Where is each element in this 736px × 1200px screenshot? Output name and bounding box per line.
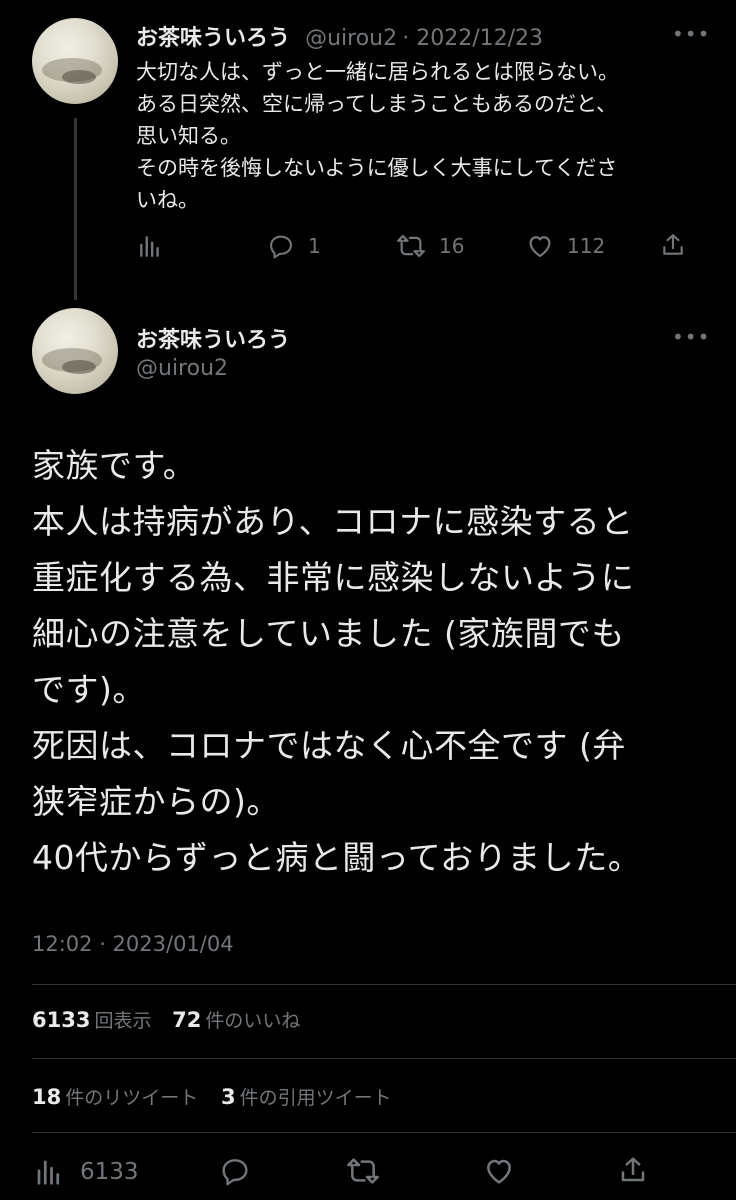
share-icon [621, 1157, 645, 1182]
divider [32, 1132, 736, 1133]
main-tweet-text: 家族です。 本人は持病があり、コロナに感染すると 重症化する為、非常に感染しない… [32, 446, 642, 877]
retweet-button[interactable]: 16 [395, 232, 464, 260]
heart-icon [487, 1159, 511, 1184]
author-name[interactable]: お茶味ういろう [136, 26, 290, 51]
author-handle[interactable]: @uirou2 [136, 356, 228, 381]
share-button[interactable] [660, 231, 686, 259]
share-icon [663, 234, 683, 255]
author-handle[interactable]: @uirou2 [305, 26, 397, 51]
heart-icon [529, 236, 551, 258]
share-button[interactable] [618, 1154, 648, 1186]
retweets-stat[interactable]: 18 件のリツイート [32, 1085, 205, 1109]
quotes-count: 3 [220, 1085, 236, 1109]
divider [32, 984, 736, 985]
avatar[interactable] [32, 308, 118, 394]
reply-tweet-header: お茶味ういろう @uirou2 · 2022/12/23 [136, 20, 543, 52]
analytics-button[interactable] [137, 233, 163, 259]
views-count: 6133 [32, 1008, 91, 1032]
likes-count: 72 [172, 1008, 202, 1032]
retweets-count: 18 [32, 1085, 62, 1109]
more-options-icon[interactable]: ••• [672, 325, 710, 349]
reply-button[interactable]: 1 [266, 232, 321, 260]
retweet-button[interactable] [344, 1155, 382, 1187]
likes-label: 件のいいね [205, 1010, 301, 1032]
quotes-label: 件の引用ツイート [239, 1087, 392, 1109]
retweets-label: 件のリツイート [65, 1087, 199, 1109]
views-stat[interactable]: 6133 回表示 [32, 1008, 158, 1032]
views-count: 6133 [80, 1159, 139, 1185]
avatar[interactable] [32, 18, 118, 104]
like-count: 112 [567, 234, 606, 258]
stats-row-views-likes: 6133 回表示 72 件のいいね [32, 1006, 300, 1033]
like-button[interactable]: 112 [525, 232, 605, 260]
reply-button[interactable] [218, 1155, 252, 1187]
retweet-icon [347, 1158, 379, 1184]
quotes-stat[interactable]: 3 件の引用ツイート [221, 1085, 392, 1109]
separator-dot: · [402, 26, 417, 51]
stats-row-retweets-quotes: 18 件のリツイート 3 件の引用ツイート [32, 1083, 392, 1110]
reply-icon [222, 1159, 248, 1186]
like-button[interactable] [482, 1155, 516, 1187]
reply-count: 1 [308, 234, 321, 258]
more-options-icon[interactable]: ••• [672, 22, 710, 46]
likes-stat[interactable]: 72 件のいいね [172, 1008, 300, 1032]
analytics-icon [140, 236, 159, 257]
views-label: 回表示 [94, 1010, 152, 1032]
author-name[interactable]: お茶味ういろう [136, 322, 290, 354]
thread-connector-line [74, 118, 77, 300]
divider [32, 1058, 736, 1059]
tweet-timestamp[interactable]: 12:02 · 2023/01/04 [32, 932, 234, 956]
tweet-date[interactable]: 2022/12/23 [416, 26, 543, 51]
reply-tweet-text: 大切な人は、ずっと一緒に居られるとは限らない。 ある日突然、空に帰ってしまうこと… [136, 60, 619, 212]
analytics-button[interactable]: 6133 [34, 1157, 139, 1187]
analytics-icon [37, 1160, 60, 1185]
retweet-count: 16 [439, 234, 465, 258]
retweet-icon [397, 234, 425, 258]
reply-icon [270, 235, 292, 259]
